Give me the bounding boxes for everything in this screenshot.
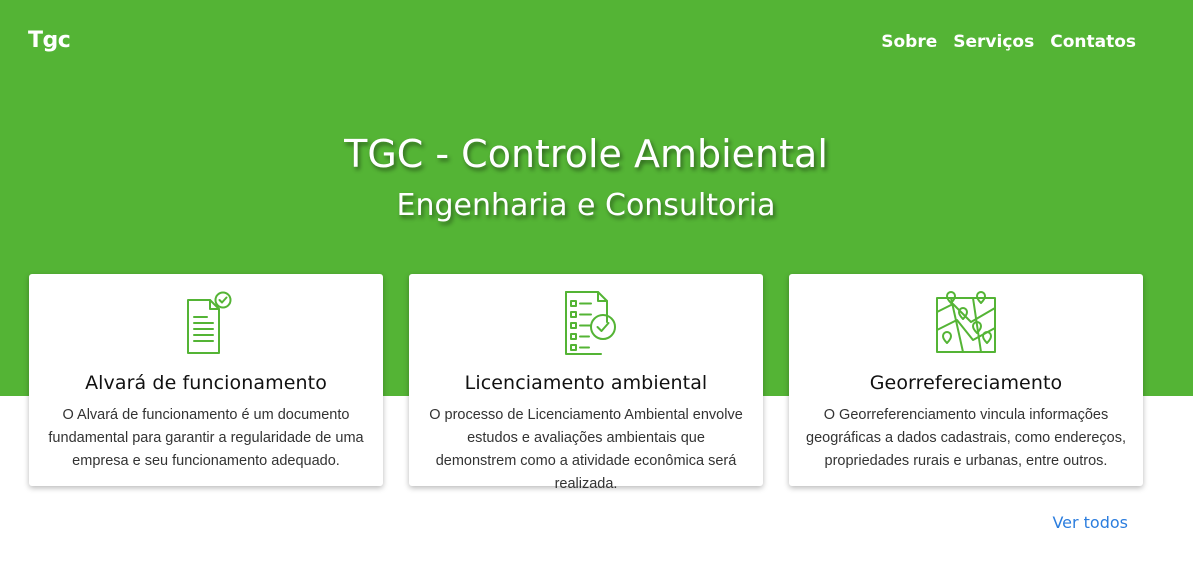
- nav-link-servicos[interactable]: Serviços: [953, 32, 1034, 52]
- hero-title: TGC - Controle Ambiental: [344, 132, 828, 176]
- brand-logo[interactable]: Tgc: [28, 28, 71, 53]
- main-nav: Sobre Serviços Contatos: [881, 32, 1136, 52]
- ver-todos-link[interactable]: Ver todos: [1052, 513, 1128, 532]
- hero-subtitle: Engenharia e Consultoria: [396, 188, 776, 223]
- card-text: O Georreferenciamento vincula informaçõe…: [806, 407, 1126, 469]
- nav-link-sobre[interactable]: Sobre: [881, 32, 937, 52]
- card-text: O Alvará de funcionamento é um documento…: [48, 407, 364, 469]
- card-text: O processo de Licenciamento Ambiental en…: [429, 407, 743, 492]
- map-pins-icon: [936, 291, 996, 353]
- service-card-georreferenciamento: Georrefereciamento O Georreferenciamento…: [789, 274, 1143, 486]
- service-card-licenciamento: Licenciamento ambiental O processo de Li…: [409, 274, 763, 492]
- card-title: Georrefereciamento: [869, 372, 1063, 394]
- service-card-alvara: Alvará de funcionamento O Alvará de func…: [29, 274, 383, 486]
- card-title: Licenciamento ambiental: [464, 372, 708, 394]
- checklist-icon: [565, 291, 616, 355]
- page: Tgc Sobre Serviços Contatos TGC - Contro…: [0, 0, 1193, 585]
- card-title: Alvará de funcionamento: [85, 372, 327, 394]
- document-check-icon: [187, 291, 232, 354]
- nav-link-contatos[interactable]: Contatos: [1050, 32, 1136, 52]
